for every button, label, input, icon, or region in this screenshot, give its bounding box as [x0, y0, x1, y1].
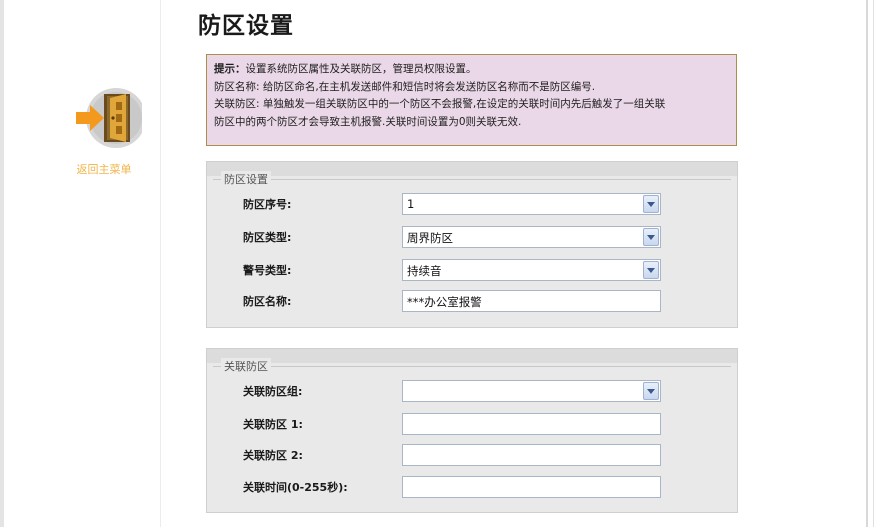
- right-border: [866, 0, 868, 527]
- zone-type-select[interactable]: 周界防区: [402, 226, 661, 248]
- zone-settings-panel: 防区设置 防区序号: 1 防区类型: 周界防区 警号类型: 持续音 防区名称: …: [206, 161, 738, 328]
- left-edge-border: [0, 0, 4, 527]
- chevron-down-icon[interactable]: [643, 228, 659, 246]
- linked-zones-legend: 关联防区: [221, 358, 271, 374]
- zone-name-row: 防区名称: ***办公室报警: [207, 290, 737, 312]
- linked-zone-2-input[interactable]: [402, 444, 661, 466]
- back-to-main-menu-button[interactable]: 返回主菜单: [64, 84, 146, 179]
- linked-time-row: 关联时间(0-255秒):: [207, 476, 737, 498]
- exit-door-icon: [72, 84, 146, 154]
- right-border-inner: [873, 0, 874, 527]
- alarm-tone-row: 警号类型: 持续音: [207, 259, 737, 281]
- page-title: 防区设置: [198, 12, 294, 39]
- tip-line-4: 防区中的两个防区才会导致主机报警.关联时间设置为0则关联无效.: [214, 115, 522, 128]
- column-divider: [160, 0, 161, 527]
- tip-line-2: 防区名称: 给防区命名,在主机发送邮件和短信时将会发送防区名称而不是防区编号.: [214, 80, 596, 93]
- tip-box: 提示：设置系统防区属性及关联防区，管理员权限设置。 防区名称: 给防区命名,在主…: [206, 54, 737, 146]
- alarm-tone-label: 警号类型:: [243, 264, 292, 277]
- linked-time-input[interactable]: [402, 476, 661, 498]
- linked-zone-1-input[interactable]: [402, 413, 661, 435]
- linked-zone-1-label: 关联防区 1:: [243, 418, 303, 431]
- zone-name-label: 防区名称:: [243, 295, 292, 308]
- zone-number-select[interactable]: 1: [402, 193, 661, 215]
- linked-zone-2-row: 关联防区 2:: [207, 444, 737, 466]
- linked-zone-1-row: 关联防区 1:: [207, 413, 737, 435]
- linked-group-select[interactable]: [402, 380, 661, 402]
- tip-line-1: 提示：设置系统防区属性及关联防区，管理员权限设置。: [214, 63, 477, 75]
- chevron-down-icon[interactable]: [643, 261, 659, 279]
- linked-group-row: 关联防区组:: [207, 380, 737, 402]
- zone-settings-legend: 防区设置: [221, 171, 271, 187]
- zone-number-row: 防区序号: 1: [207, 193, 737, 215]
- tip-lead: 提示：: [214, 63, 246, 75]
- tip-line-3: 关联防区: 单独触发一组关联防区中的一个防区不会报警,在设定的关联时间内先后触发…: [214, 98, 666, 110]
- chevron-down-icon[interactable]: [643, 195, 659, 213]
- back-button-label: 返回主菜单: [76, 163, 132, 176]
- zone-name-input[interactable]: ***办公室报警: [402, 290, 661, 312]
- zone-type-label: 防区类型:: [243, 231, 292, 244]
- linked-time-label: 关联时间(0-255秒):: [243, 481, 348, 494]
- linked-zone-2-label: 关联防区 2:: [243, 449, 303, 462]
- linked-zones-panel: 关联防区 关联防区组: 关联防区 1: 关联防区 2: 关联时间(0-255秒)…: [206, 348, 738, 513]
- zone-type-row: 防区类型: 周界防区: [207, 226, 737, 248]
- linked-group-label: 关联防区组:: [243, 385, 303, 398]
- alarm-tone-select[interactable]: 持续音: [402, 259, 661, 281]
- chevron-down-icon[interactable]: [643, 382, 659, 400]
- zone-number-label: 防区序号:: [243, 198, 292, 211]
